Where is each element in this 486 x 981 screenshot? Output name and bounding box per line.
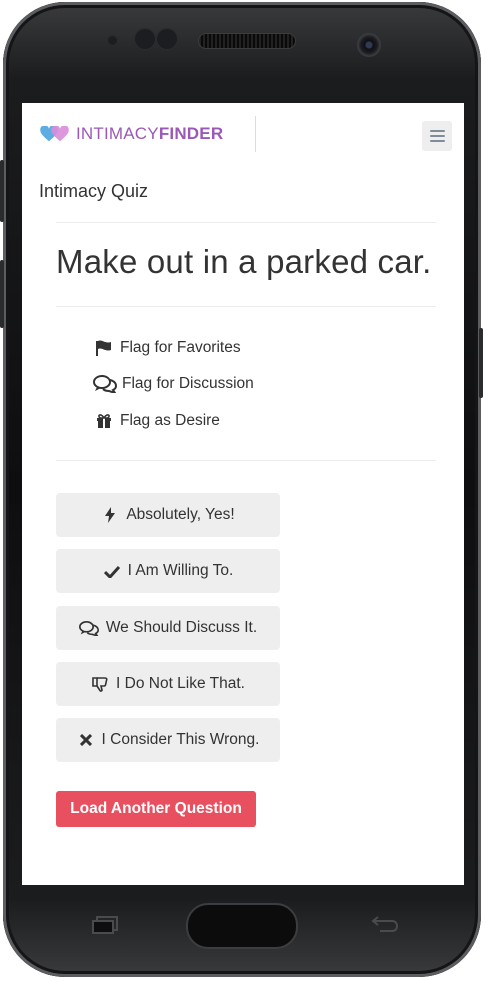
answer-label: Absolutely, Yes!: [126, 506, 235, 523]
answer-label: I Do Not Like That.: [116, 675, 245, 692]
flag-favorites-label: Flag for Favorites: [120, 339, 241, 356]
load-another-question-button[interactable]: Load Another Question: [56, 791, 256, 827]
app-screen: INTIMACYFINDER Intimacy Quiz Make out in…: [22, 103, 464, 885]
hamburger-menu-button[interactable]: [422, 121, 452, 151]
volume-button: [0, 160, 4, 222]
gift-icon: [93, 412, 115, 430]
check-icon: [103, 562, 121, 580]
sensor-dot: [134, 28, 156, 50]
answer-dislike-button[interactable]: I Do Not Like That.: [56, 662, 280, 706]
thumbs-down-icon: [91, 675, 109, 693]
times-icon: [77, 731, 95, 749]
logo-text: INTIMACYFINDER: [76, 124, 223, 144]
sensor-dot: [156, 28, 178, 50]
answer-willing-button[interactable]: I Am Willing To.: [56, 549, 280, 593]
hearts-logo-icon: [40, 124, 74, 144]
bolt-icon: [101, 506, 119, 524]
sensor-dot: [107, 35, 118, 46]
divider: [56, 306, 436, 307]
app-logo[interactable]: INTIMACYFINDER: [40, 124, 223, 144]
answer-label: I Am Willing To.: [127, 562, 234, 579]
back-arrow-icon[interactable]: [370, 913, 400, 935]
answer-label: I Consider This Wrong.: [101, 731, 260, 748]
logo-text-intimacy: INTIMACY: [76, 124, 159, 143]
flag-discussion-link[interactable]: Flag for Discussion: [93, 375, 254, 393]
divider: [56, 460, 436, 461]
page-title: Intimacy Quiz: [39, 181, 149, 201]
header-divider: [255, 116, 256, 152]
answer-wrong-button[interactable]: I Consider This Wrong.: [56, 718, 280, 762]
home-button[interactable]: [186, 903, 298, 949]
flag-desire-link[interactable]: Flag as Desire: [93, 412, 220, 430]
answer-label: We Should Discuss It.: [105, 619, 258, 636]
recent-apps-icon[interactable]: [92, 916, 118, 934]
flag-icon: [93, 339, 115, 357]
comments-icon: [78, 619, 99, 637]
divider: [56, 222, 436, 223]
flag-favorites-link[interactable]: Flag for Favorites: [93, 339, 241, 357]
answer-absolutely-yes-button[interactable]: Absolutely, Yes!: [56, 493, 280, 537]
flag-desire-label: Flag as Desire: [120, 412, 220, 429]
answer-discuss-button[interactable]: We Should Discuss It.: [56, 606, 280, 650]
comments-icon: [93, 375, 117, 393]
power-button: [479, 328, 483, 398]
hamburger-menu-icon: [429, 130, 445, 132]
earpiece-speaker: [198, 33, 296, 49]
question-text: Make out in a parked car.: [56, 243, 432, 280]
flag-discussion-label: Flag for Discussion: [122, 375, 254, 392]
front-camera: [357, 33, 381, 57]
volume-button-lower: [0, 260, 4, 328]
logo-text-finder: FINDER: [158, 124, 224, 143]
